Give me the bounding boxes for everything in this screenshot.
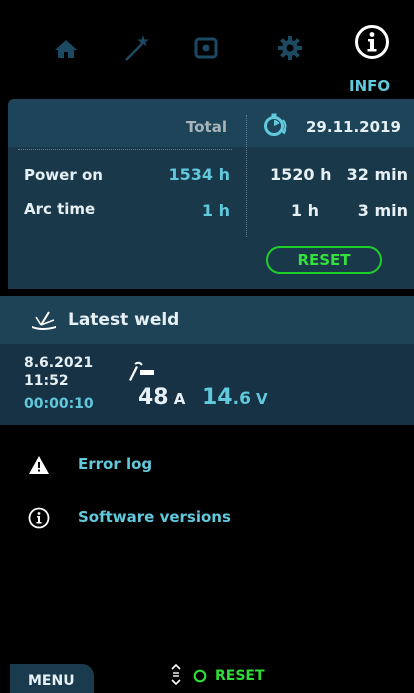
software-versions-row[interactable]: Software versions <box>0 499 414 539</box>
latest-weld-header <box>0 296 414 344</box>
header-divider <box>18 149 232 150</box>
error-log-label: Error log <box>78 455 153 473</box>
since-date: 29.11.2019 <box>306 118 401 136</box>
gear-icon[interactable] <box>274 32 306 64</box>
weld-current: 48 A <box>138 385 185 410</box>
warning-icon <box>28 455 50 475</box>
menu-label: MENU <box>28 673 75 689</box>
weld-voltage-dec: .6 <box>232 389 251 409</box>
power-on-label: Power on <box>24 166 103 184</box>
weld-current-unit: A <box>173 390 186 408</box>
weld-voltage-unit: V <box>256 390 268 408</box>
reset-indicator-circle-icon <box>193 669 207 683</box>
total-column-label: Total <box>186 118 227 136</box>
weld-spark-icon <box>30 308 58 332</box>
weld-current-value: 48 <box>138 385 169 410</box>
scroll-arrows-icon <box>170 663 182 687</box>
footer-reset-label[interactable]: RESET <box>215 668 265 684</box>
weld-voltage: 14.6 V <box>202 385 268 410</box>
arc-time-since-hours: 1 h <box>290 201 319 220</box>
reset-counters-button[interactable]: RESET <box>266 246 382 274</box>
power-on-since-hours: 1520 h <box>270 165 332 184</box>
magic-wand-icon[interactable] <box>120 32 152 64</box>
weld-duration: 00:00:10 <box>24 396 94 412</box>
tab-info-label[interactable]: INFO <box>349 77 390 95</box>
power-on-total: 1534 h <box>168 165 231 184</box>
weld-date: 8.6.2021 <box>24 355 94 371</box>
home-icon[interactable] <box>50 32 82 64</box>
arc-time-total: 1 h <box>201 201 230 220</box>
top-nav: INFO <box>0 0 414 98</box>
latest-weld-title: Latest weld <box>68 310 180 330</box>
stopwatch-reset-icon <box>262 112 290 138</box>
arc-time-label: Arc time <box>24 200 96 218</box>
weld-voltage-int: 14 <box>202 385 233 410</box>
menu-button[interactable]: MENU <box>10 664 94 693</box>
error-log-row[interactable]: Error log <box>0 446 414 486</box>
column-divider <box>246 115 247 237</box>
record-icon[interactable] <box>190 32 222 64</box>
info-icon[interactable] <box>354 24 390 60</box>
arc-time-since-minutes: 3 min <box>357 201 408 220</box>
weld-time: 11:52 <box>24 373 69 389</box>
software-versions-label: Software versions <box>78 508 231 526</box>
power-on-since-minutes: 32 min <box>346 165 408 184</box>
welding-torch-icon <box>126 358 156 382</box>
info-circle-icon <box>28 507 50 529</box>
